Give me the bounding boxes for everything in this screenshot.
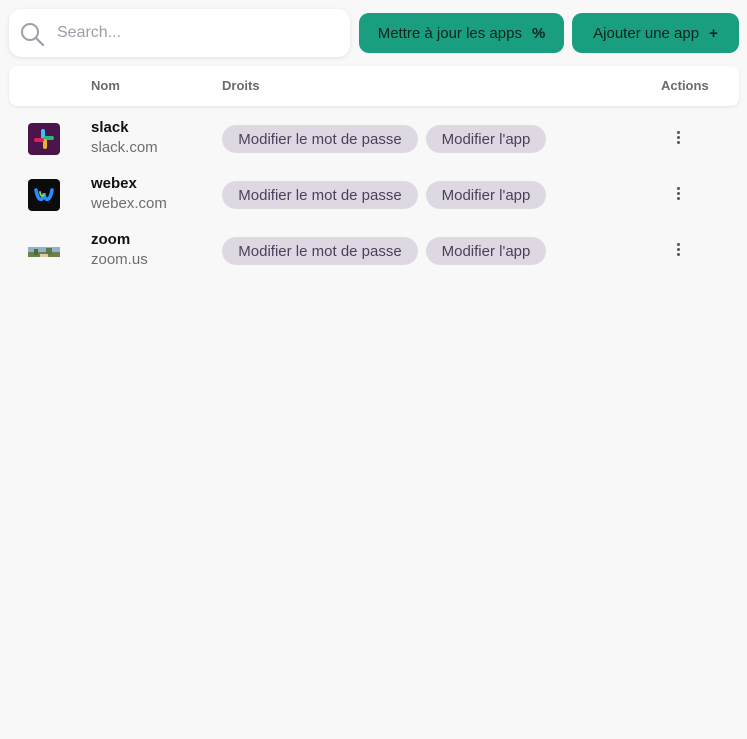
search-box[interactable] <box>9 9 350 57</box>
table-row: webex webex.com Modifier le mot de passe… <box>0 173 747 217</box>
table-header: Nom Droits Actions <box>9 66 739 106</box>
app-name: slack <box>91 119 129 136</box>
table-row: slack slack.com Modifier le mot de passe… <box>0 117 747 161</box>
search-icon <box>21 23 45 47</box>
add-app-button[interactable]: Ajouter une app + <box>572 13 739 53</box>
toolbar: Mettre à jour les apps % Ajouter une app… <box>9 9 739 57</box>
zoom-logo <box>28 235 60 267</box>
right-chip-password[interactable]: Modifier le mot de passe <box>222 181 418 209</box>
right-chip-password[interactable]: Modifier le mot de passe <box>222 125 418 153</box>
column-header-actions: Actions <box>661 78 709 93</box>
add-app-label: Ajouter une app <box>593 24 700 42</box>
percent-icon: % <box>531 24 546 42</box>
webex-logo <box>28 179 60 211</box>
app-domain: slack.com <box>91 139 158 156</box>
more-actions-icon[interactable] <box>670 185 686 205</box>
right-chip-app[interactable]: Modifier l'app <box>426 237 546 265</box>
update-apps-button[interactable]: Mettre à jour les apps % <box>359 13 564 53</box>
app-name: webex <box>91 175 137 192</box>
slack-logo <box>28 123 60 155</box>
right-chip-app[interactable]: Modifier l'app <box>426 181 546 209</box>
column-header-name: Nom <box>91 78 120 93</box>
plus-icon: + <box>709 24 718 42</box>
more-actions-icon[interactable] <box>670 241 686 261</box>
column-header-rights: Droits <box>222 78 260 93</box>
app-domain: zoom.us <box>91 251 148 268</box>
right-chip-password[interactable]: Modifier le mot de passe <box>222 237 418 265</box>
app-domain: webex.com <box>91 195 167 212</box>
app-name: zoom <box>91 231 131 248</box>
search-input[interactable] <box>57 19 337 47</box>
update-apps-label: Mettre à jour les apps <box>377 24 522 42</box>
table-row: zoom zoom.us Modifier le mot de passe Mo… <box>0 229 747 273</box>
right-chip-app[interactable]: Modifier l'app <box>426 125 546 153</box>
more-actions-icon[interactable] <box>670 129 686 149</box>
